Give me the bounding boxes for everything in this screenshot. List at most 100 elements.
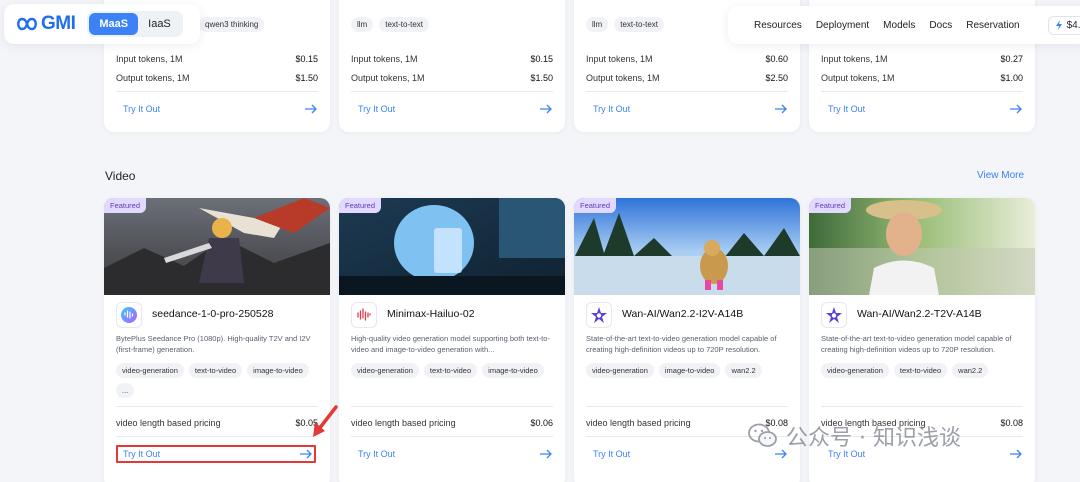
tag: text-to-video bbox=[188, 363, 243, 378]
output-price-row: Output tokens, 1M $1.00 bbox=[821, 73, 1023, 83]
wan-icon bbox=[586, 302, 612, 328]
maas-tab[interactable]: MaaS bbox=[89, 13, 139, 35]
divider bbox=[821, 91, 1023, 92]
arrow-right-icon bbox=[540, 449, 552, 459]
nav-resources[interactable]: Resources bbox=[754, 20, 802, 31]
tag: text-to-text bbox=[379, 17, 430, 32]
output-label: Output tokens, 1M bbox=[351, 73, 425, 83]
model-description: State-of-the-art text-to-video generatio… bbox=[821, 334, 1012, 354]
watermark: 公众号 · 知识浅谈 bbox=[748, 420, 961, 452]
try-it-out-label: Try It Out bbox=[358, 449, 396, 459]
try-it-out-label: Try It Out bbox=[828, 104, 866, 114]
output-price: $1.50 bbox=[530, 73, 553, 83]
try-it-out-button[interactable]: Try It Out bbox=[116, 449, 318, 459]
model-name: Wan-AI/Wan2.2-T2V-A14B bbox=[857, 308, 982, 320]
llm-card-tags: llm text-to-text bbox=[351, 17, 430, 32]
nav-models[interactable]: Models bbox=[883, 20, 915, 31]
try-it-out-label: Try It Out bbox=[593, 449, 631, 459]
try-it-out-button[interactable]: Try It Out bbox=[586, 104, 788, 114]
tag: image-to-video bbox=[247, 363, 309, 378]
model-tags: video-generation image-to-video wan2.2 bbox=[586, 363, 796, 378]
video-card-minimax[interactable]: Featured Minimax-Hailuo-02 High-quality … bbox=[339, 198, 565, 482]
try-it-out-button[interactable]: Try It Out bbox=[821, 104, 1023, 114]
output-price: $1.50 bbox=[295, 73, 318, 83]
tag: text-to-video bbox=[893, 363, 948, 378]
arrow-right-icon bbox=[305, 104, 317, 114]
output-label: Output tokens, 1M bbox=[116, 73, 190, 83]
pricing-row: video length based pricing $0.05 bbox=[116, 418, 318, 428]
tag: llm bbox=[586, 17, 609, 32]
arrow-right-icon bbox=[540, 104, 552, 114]
price: $0.08 bbox=[1000, 418, 1023, 428]
lightning-icon bbox=[1055, 20, 1062, 30]
arrow-right-icon bbox=[775, 104, 787, 114]
model-tags: video-generation text-to-video image-to-… bbox=[351, 363, 561, 378]
llm-card-2: llm text-to-text Input tokens, 1M $0.15 O… bbox=[339, 0, 565, 132]
output-price: $2.50 bbox=[765, 73, 788, 83]
input-label: Input tokens, 1M bbox=[586, 54, 653, 64]
gmi-logo-icon bbox=[17, 17, 37, 31]
try-it-out-button[interactable]: Try It Out bbox=[351, 449, 553, 459]
llm-card-tags: llm text-to-text bbox=[586, 17, 665, 32]
featured-badge: Featured bbox=[104, 198, 147, 213]
tag: wan2.2 bbox=[952, 363, 989, 378]
nav-docs[interactable]: Docs bbox=[929, 20, 952, 31]
try-it-out-label: Try It Out bbox=[123, 449, 161, 459]
model-description: State-of-the-art text-to-video generatio… bbox=[586, 334, 777, 354]
iaas-tab[interactable]: IaaS bbox=[138, 13, 181, 35]
wan-icon bbox=[821, 302, 847, 328]
model-description: High-quality video generation model supp… bbox=[351, 334, 550, 354]
arrow-right-icon bbox=[300, 449, 312, 459]
input-price: $0.15 bbox=[295, 54, 318, 64]
model-name: seedance-1-0-pro-250528 bbox=[152, 308, 274, 320]
arrow-right-icon bbox=[1010, 104, 1022, 114]
output-price-row: Output tokens, 1M $2.50 bbox=[586, 73, 788, 83]
tag: text-to-text bbox=[614, 17, 665, 32]
input-label: Input tokens, 1M bbox=[821, 54, 888, 64]
tag-more[interactable]: ... bbox=[116, 383, 135, 398]
try-it-out-label: Try It Out bbox=[358, 104, 396, 114]
output-label: Output tokens, 1M bbox=[821, 73, 895, 83]
tag: video-generation bbox=[821, 363, 889, 378]
top-nav: Resources Deployment Models Docs Reserva… bbox=[728, 6, 1080, 44]
tag: image-to-video bbox=[658, 363, 721, 378]
watermark-text: 公众号 · 知识浅谈 bbox=[786, 426, 961, 451]
nav-deployment[interactable]: Deployment bbox=[816, 20, 869, 31]
featured-badge: Featured bbox=[339, 198, 382, 213]
price: $0.06 bbox=[530, 418, 553, 428]
tag: llm bbox=[351, 17, 374, 32]
output-price: $1.00 bbox=[1000, 73, 1023, 83]
divider bbox=[351, 436, 553, 437]
view-more-link[interactable]: View More bbox=[977, 170, 1024, 181]
balance-badge[interactable]: $4.99 bbox=[1047, 15, 1080, 35]
pricing-label: video length based pricing bbox=[116, 418, 221, 428]
tag: video-generation bbox=[351, 363, 419, 378]
try-it-out-button[interactable]: Try It Out bbox=[116, 104, 318, 114]
minimax-icon bbox=[351, 302, 377, 328]
output-label: Output tokens, 1M bbox=[586, 73, 660, 83]
divider bbox=[586, 91, 788, 92]
seedance-icon bbox=[116, 302, 142, 328]
model-name: Wan-AI/Wan2.2-I2V-A14B bbox=[622, 308, 744, 320]
input-price: $0.60 bbox=[765, 54, 788, 64]
divider bbox=[116, 406, 318, 407]
service-toggle: MaaS IaaS bbox=[87, 11, 183, 37]
video-card-seedance[interactable]: Featured seedance-1-0-pro-250528 BytePlu… bbox=[104, 198, 330, 482]
try-it-out-label: Try It Out bbox=[593, 104, 631, 114]
input-label: Input tokens, 1M bbox=[351, 54, 418, 64]
divider bbox=[586, 406, 788, 407]
model-tags: video-generation text-to-video wan2.2 bbox=[821, 363, 1031, 378]
nav-reservation[interactable]: Reservation bbox=[966, 20, 1019, 31]
divider bbox=[116, 91, 318, 92]
input-label: Input tokens, 1M bbox=[116, 54, 183, 64]
annotation-arrow-icon bbox=[313, 405, 338, 437]
input-price-row: Input tokens, 1M $0.15 bbox=[116, 54, 318, 64]
model-tags: video-generation text-to-video image-to-… bbox=[116, 363, 326, 398]
section-title-video: Video bbox=[105, 169, 136, 183]
divider bbox=[351, 406, 553, 407]
try-it-out-button[interactable]: Try It Out bbox=[351, 104, 553, 114]
input-price: $0.15 bbox=[530, 54, 553, 64]
pricing-label: video length based pricing bbox=[351, 418, 456, 428]
tag: video-generation bbox=[116, 363, 184, 378]
gmi-logo[interactable]: GMI bbox=[16, 13, 76, 35]
